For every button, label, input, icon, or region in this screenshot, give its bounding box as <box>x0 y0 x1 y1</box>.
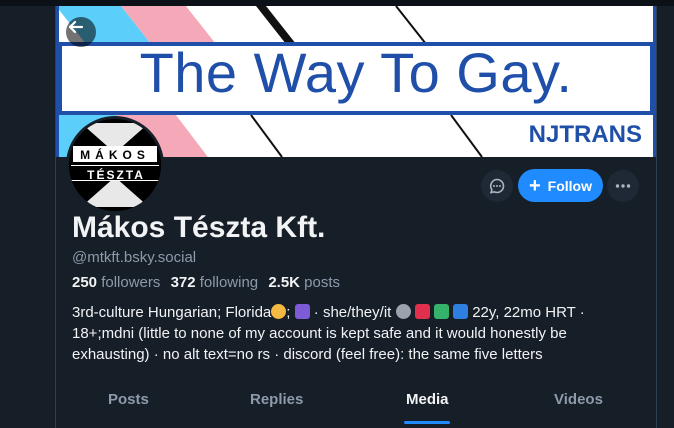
bio-text-d: 22y, 22mo HRT · <box>472 304 585 321</box>
message-button[interactable] <box>481 170 513 202</box>
avatar[interactable]: MÁKOS TÉSZTA <box>66 116 164 214</box>
bio-text-c: · she/they/it <box>313 304 392 321</box>
following-label: following <box>199 274 259 291</box>
banner-logo: NJTRANS <box>528 121 642 148</box>
ellipsis-icon <box>615 184 631 188</box>
star-of-david-emoji-icon <box>294 304 310 319</box>
tab-posts[interactable]: Posts <box>108 391 149 408</box>
green-square-emoji-icon <box>433 304 449 319</box>
handle[interactable]: @mtkft.bsky.social <box>72 249 196 266</box>
tab-replies[interactable]: Replies <box>250 391 303 408</box>
gear-emoji-icon <box>395 304 411 319</box>
profile-bio: 3rd-culture Hungarian; Florida; · she/th… <box>72 302 617 365</box>
back-button[interactable] <box>66 17 96 47</box>
bio-text-line3: exhausting) · no alt text=no rs · discor… <box>72 346 543 363</box>
posts-stat: 2.5K posts <box>268 274 340 291</box>
active-tab-indicator <box>404 421 450 424</box>
more-options-button[interactable] <box>607 170 639 202</box>
profile-stats: 250 followers 372 following 2.5K posts <box>72 274 340 291</box>
posts-label: posts <box>304 274 341 291</box>
chat-bubble-icon <box>489 178 505 194</box>
bio-text-b: ; <box>286 304 291 321</box>
bio-text-a: 3rd-culture Hungarian; Florida <box>72 304 272 321</box>
red-square-emoji-icon <box>414 304 430 319</box>
follow-label: Follow <box>547 177 592 194</box>
profile-column: The Way To Gay. NJTRANS MÁKOS TÉSZTA + F… <box>56 6 656 428</box>
avatar-text-bottom: TÉSZTA <box>87 168 145 182</box>
relieved-face-emoji-icon <box>271 304 287 319</box>
following-count: 372 <box>170 274 196 291</box>
blue-square-emoji-icon <box>453 304 469 319</box>
followers-link[interactable]: 250 followers <box>72 274 160 291</box>
profile-tabs: Posts Replies Media Videos <box>56 381 656 428</box>
avatar-text-top: MÁKOS <box>80 148 150 162</box>
followers-label: followers <box>101 274 161 291</box>
posts-count: 2.5K <box>268 274 300 291</box>
arrow-left-icon <box>68 20 84 34</box>
tab-media[interactable]: Media <box>406 391 449 408</box>
column-border-right <box>656 6 657 428</box>
avatar-graphic <box>69 119 161 211</box>
follow-button[interactable]: + Follow <box>518 169 603 202</box>
plus-icon: + <box>528 174 541 197</box>
followers-count: 250 <box>72 274 98 291</box>
display-name: Mákos Tészta Kft. <box>72 211 326 244</box>
tab-videos[interactable]: Videos <box>554 391 603 408</box>
following-link[interactable]: 372 following <box>171 274 259 291</box>
banner-title: The Way To Gay. <box>139 41 573 104</box>
bio-text-line2: 18+;mdni (little to none of my account i… <box>72 325 567 342</box>
